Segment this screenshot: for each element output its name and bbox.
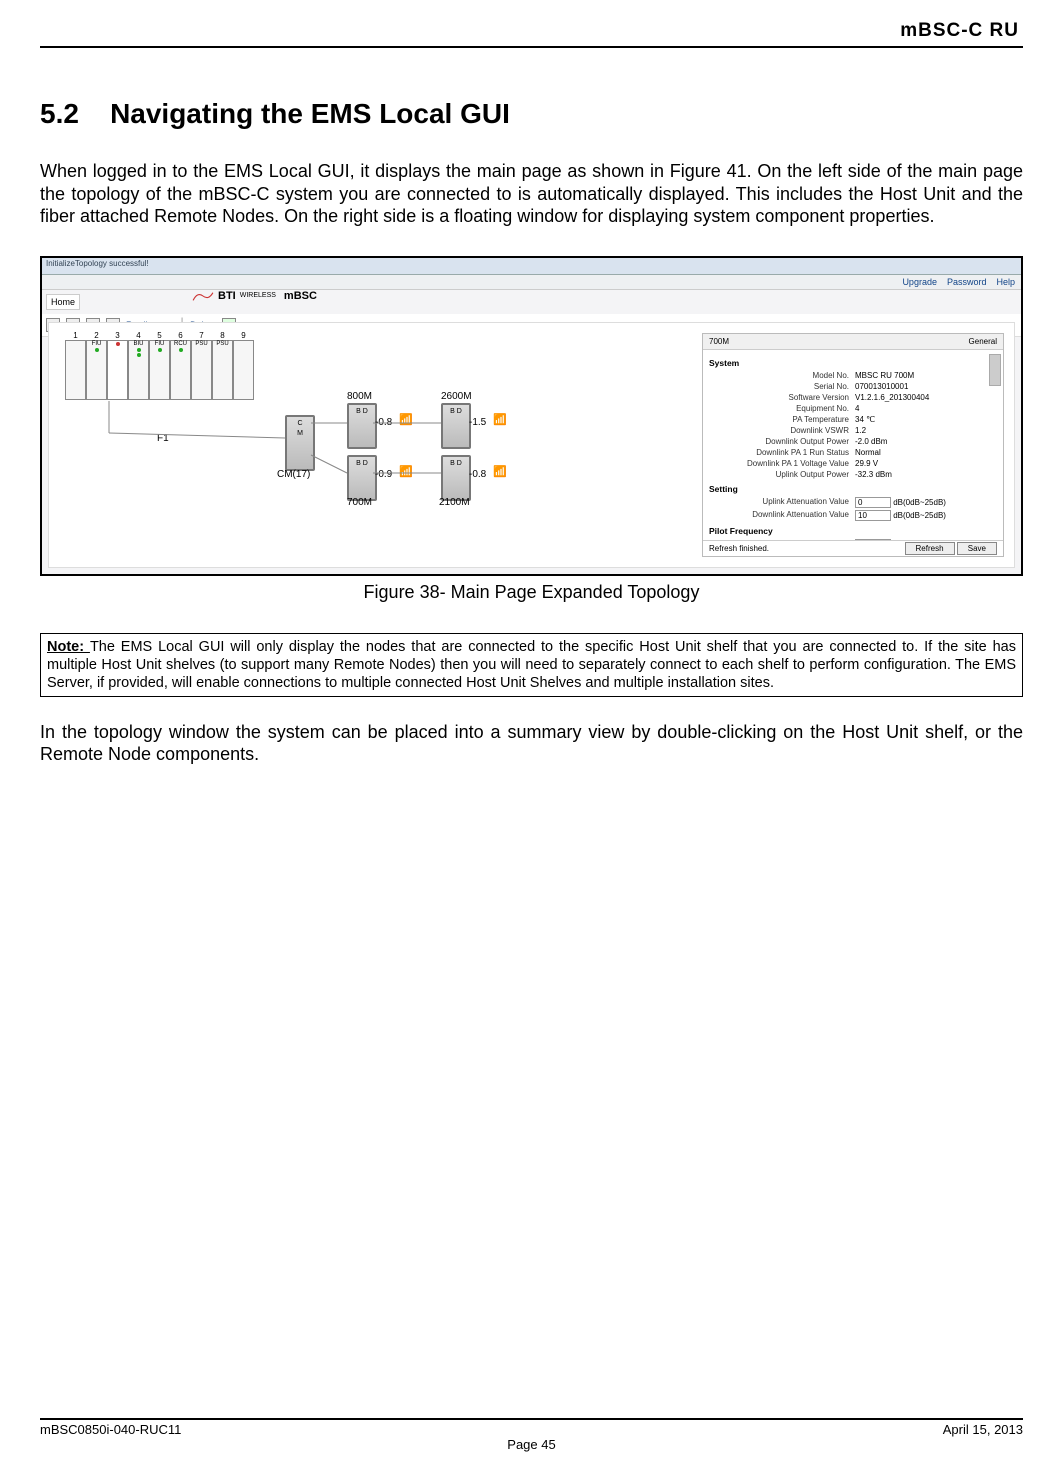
menu-upgrade[interactable]: Upgrade xyxy=(902,277,937,287)
section-setting: Setting xyxy=(709,484,997,494)
slot-number: 3 xyxy=(107,331,128,340)
save-button[interactable]: Save xyxy=(957,542,997,555)
antenna-icon: 📶 xyxy=(493,413,507,426)
node-2100-label: 2100M xyxy=(439,497,470,508)
panel-title: 700M xyxy=(709,337,729,346)
fiber-label: F1 xyxy=(157,433,169,444)
host-unit-shelf[interactable]: 1 2 3 4 5 6 7 8 9 FIU BIU FIU RCU xyxy=(65,331,255,400)
node-800-label: 800M xyxy=(347,391,372,402)
section-heading: 5.2 Navigating the EMS Local GUI xyxy=(40,98,1023,130)
section-pilot: Pilot Frequency xyxy=(709,526,997,536)
node-2600[interactable]: B D xyxy=(441,403,471,449)
menu-password[interactable]: Password xyxy=(947,277,987,287)
downlink-atten-row: Downlink Attenuation Value 10 dB(0dB~25d… xyxy=(709,509,997,522)
home-button[interactable]: Home xyxy=(46,294,80,310)
node-700[interactable]: B D xyxy=(347,455,377,501)
paragraph-summary: In the topology window the system can be… xyxy=(40,721,1023,766)
logo-text: BTI xyxy=(218,290,236,302)
cm-label: CM(17) xyxy=(277,469,310,480)
slot-number: 7 xyxy=(191,331,212,340)
section-system: System xyxy=(709,358,997,368)
node-800[interactable]: B D xyxy=(347,403,377,449)
footer-right: April 15, 2013 xyxy=(943,1422,1023,1437)
footer-page-number: Page 45 xyxy=(40,1437,1023,1452)
node-700-label: 700M xyxy=(347,497,372,508)
note-text: The EMS Local GUI will only display the … xyxy=(47,639,1016,691)
header-divider xyxy=(40,46,1023,48)
scrollbar-thumb[interactable] xyxy=(989,354,1001,386)
slot-card-biu[interactable]: BIU xyxy=(128,340,149,400)
slot-card[interactable] xyxy=(107,340,128,400)
panel-tab[interactable]: General xyxy=(969,337,997,346)
slot-card-psu[interactable]: PSU xyxy=(191,340,212,400)
cm-node[interactable]: CM xyxy=(285,415,315,471)
note-box: Note: The EMS Local GUI will only displa… xyxy=(40,633,1023,697)
slot-card-rcu[interactable]: RCU xyxy=(170,340,191,400)
figure-screenshot: InitializeTopology successful! Upgrade P… xyxy=(40,256,1023,576)
slot-card-fiu[interactable]: FIU xyxy=(86,340,107,400)
slot-number: 8 xyxy=(212,331,233,340)
note-label: Note: xyxy=(47,639,90,655)
header-right-label: mBSC-C RU xyxy=(900,20,1019,42)
menu-help[interactable]: Help xyxy=(996,277,1015,287)
section-title-text: Navigating the EMS Local GUI xyxy=(110,98,510,129)
section-number: 5.2 xyxy=(40,98,79,129)
antenna-icon: 📶 xyxy=(493,465,507,478)
slot-card[interactable] xyxy=(233,340,254,400)
slot-card-fiu[interactable]: FIU xyxy=(149,340,170,400)
properties-panel: 700M General System Model No.MBSC RU 700… xyxy=(702,333,1004,557)
brand-text: mBSC xyxy=(284,290,317,302)
top-menu-bar: Upgrade Password Help xyxy=(42,275,1021,290)
panel-status: Refresh finished. xyxy=(709,544,769,553)
footer-left: mBSC0850i-040-RUC11 xyxy=(40,1422,181,1437)
slot-number: 6 xyxy=(170,331,191,340)
node-2100[interactable]: B D xyxy=(441,455,471,501)
brand-logo: BTIWIRELESS mBSC xyxy=(192,290,317,302)
slot-number: 9 xyxy=(233,331,254,340)
node-700-dbm: -0.9 xyxy=(375,469,392,480)
node-2100-dbm: -0.8 xyxy=(469,469,486,480)
antenna-icon: 📶 xyxy=(399,465,413,478)
uplink-atten-input[interactable]: 0 xyxy=(855,497,891,508)
downlink-atten-input[interactable]: 10 xyxy=(855,510,891,521)
slot-number: 5 xyxy=(149,331,170,340)
page-footer: mBSC0850i-040-RUC11 April 15, 2013 Page … xyxy=(40,1418,1023,1452)
slot-number: 2 xyxy=(86,331,107,340)
uplink-atten-row: Uplink Attenuation Value 0 dB(0dB~25dB) xyxy=(709,496,997,509)
slot-number: 1 xyxy=(65,331,86,340)
system-values: Model No.MBSC RU 700M Serial No.07001301… xyxy=(709,370,997,480)
antenna-icon: 📶 xyxy=(399,413,413,426)
slot-number: 4 xyxy=(128,331,149,340)
slot-card-psu[interactable]: PSU xyxy=(212,340,233,400)
node-2600-label: 2600M xyxy=(441,391,472,402)
status-bar: InitializeTopology successful! xyxy=(42,258,1021,275)
figure-caption: Figure 38- Main Page Expanded Topology xyxy=(40,582,1023,603)
node-2600-dbm: -1.5 xyxy=(469,417,486,428)
topology-canvas[interactable]: 1 2 3 4 5 6 7 8 9 FIU BIU FIU RCU xyxy=(48,322,1015,568)
paragraph-intro: When logged in to the EMS Local GUI, it … xyxy=(40,160,1023,228)
slot-card[interactable] xyxy=(65,340,86,400)
node-800-dbm: -0.8 xyxy=(375,417,392,428)
pilot-freq-input[interactable]: 714 xyxy=(855,539,891,540)
refresh-button[interactable]: Refresh xyxy=(905,542,955,555)
